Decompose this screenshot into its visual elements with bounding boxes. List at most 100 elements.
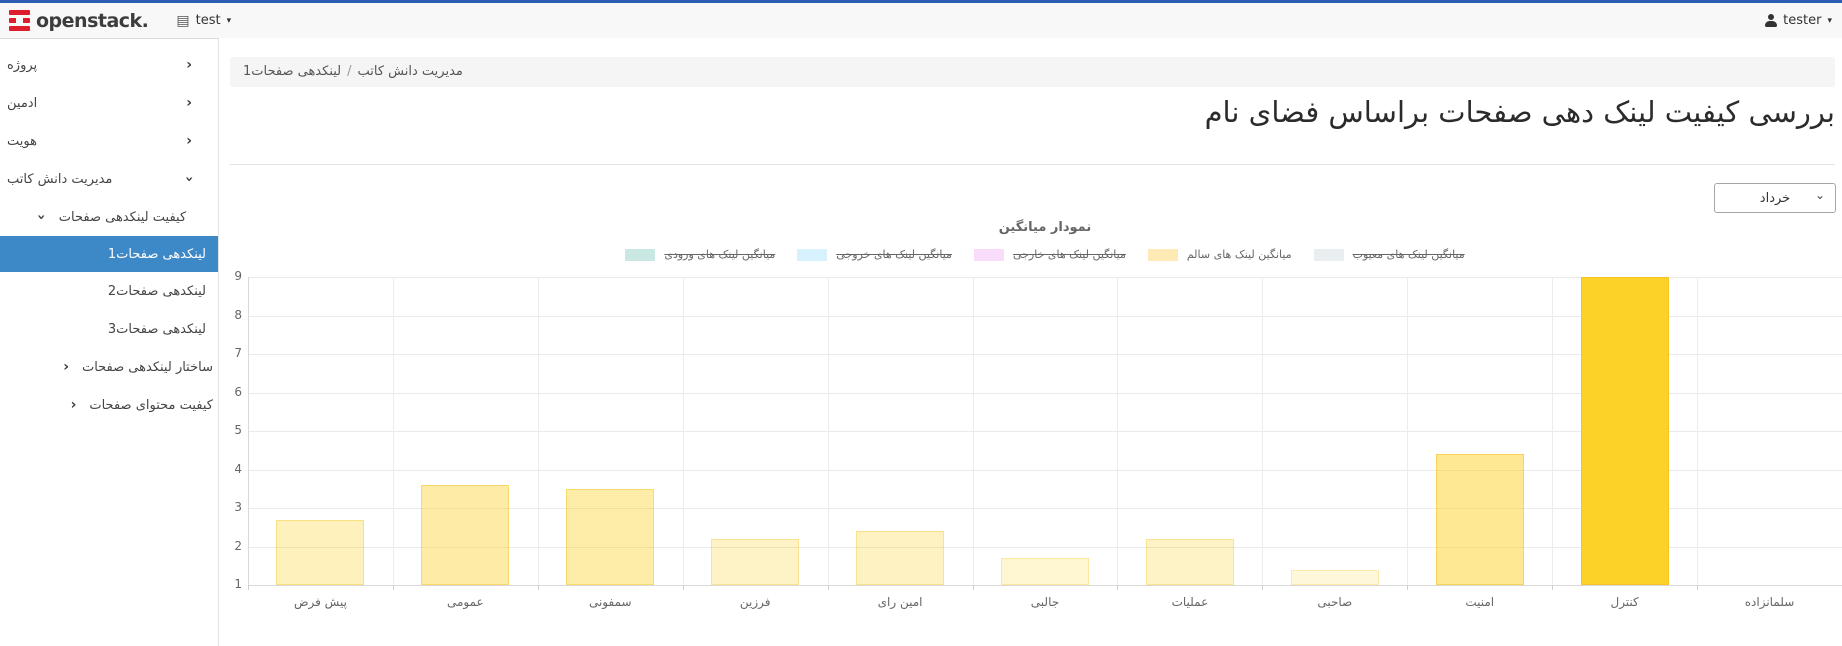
x-tick-label: سمفونی <box>588 595 632 609</box>
sidebar-item-label: کیفیت لینکدهی صفحات <box>58 209 187 225</box>
sidebar-item-label: لینکدهی صفحات2 <box>107 283 206 299</box>
chevron-right-icon: › <box>70 397 77 413</box>
legend-item[interactable]: میانگین لینک های خارجی <box>973 248 1126 261</box>
bar <box>1290 569 1379 585</box>
bar <box>566 488 655 585</box>
sidebar-item-label: پروژه <box>7 57 38 73</box>
bar <box>856 531 945 585</box>
x-axis-labels: پیش فرض عمومی سمفونی فرزین امین رای جالبی عملی… <box>248 595 1842 615</box>
user-menu-label: tester <box>1783 13 1822 28</box>
legend-swatch <box>1313 248 1344 261</box>
x-tick-mark <box>1407 585 1409 590</box>
legend-label: میانگین لینک های ورودی <box>664 248 776 261</box>
page-title: بررسی کیفیت لینک دهی صفحات براساس فضای ن… <box>1204 95 1835 129</box>
openstack-logo[interactable]: openstack. <box>0 9 149 32</box>
x-gridline <box>827 277 829 585</box>
bar <box>421 484 510 585</box>
breadcrumb-separator: / <box>347 64 352 79</box>
legend-item[interactable]: میانگین لینک های ورودی <box>625 248 775 261</box>
bar <box>1435 454 1524 585</box>
y-tick-label: 5 <box>234 423 242 437</box>
x-tick-label: کنترل <box>1610 595 1639 609</box>
sidebar-item-label: مدیریت دانش کاتب <box>7 171 113 187</box>
legend-item[interactable]: میانگین لینک های سالم <box>1147 248 1292 261</box>
main-content: مدیریت دانش کاتب / لینکدهی صفحات1 بررسی کی… <box>219 38 1842 646</box>
x-gridline <box>682 277 684 585</box>
sidebar-item[interactable]: › کیفیت لینکدهی صفحات <box>0 198 218 236</box>
project-switcher-label: test <box>195 13 221 28</box>
chart-plot-area: 1 2 3 4 5 6 7 8 9 <box>234 269 1842 591</box>
sidebar-item[interactable]: › کیفیت محتوای صفحات <box>0 386 218 424</box>
legend-item[interactable]: میانگین لینک های خروجی <box>797 248 952 261</box>
x-tick-label: جالبی <box>1030 595 1060 609</box>
y-tick-label: 8 <box>234 307 242 322</box>
sidebar-item[interactable]: لینکدهی صفحات2 <box>0 272 218 310</box>
chevron-down-icon: › <box>181 176 198 182</box>
x-gridline <box>1552 277 1554 585</box>
sidebar-item[interactable]: › ساختار لینکدهی صفحات <box>0 348 218 386</box>
x-tick-label: امین رای <box>877 595 923 609</box>
sidebar-item[interactable]: لینکدهی صفحات3 <box>0 310 218 348</box>
x-tick-label: صاحبی <box>1317 595 1353 609</box>
y-tick-label: 9 <box>234 269 242 283</box>
x-tick-label: عملیات <box>1171 595 1209 609</box>
y-tick-label: 7 <box>234 346 242 360</box>
sidebar-item-label: لینکدهی صفحات3 <box>107 321 206 337</box>
y-tick-label: 1 <box>234 577 242 591</box>
x-gridline <box>392 277 394 585</box>
legend-item[interactable]: میانگین لینک های معیوب <box>1313 248 1465 261</box>
x-tick-label: پیش فرض <box>293 595 347 609</box>
chevron-down-icon: ▾ <box>1827 15 1832 26</box>
sidebar-item[interactable]: هویت › <box>0 122 218 160</box>
sidebar-item-label: هویت <box>7 133 37 149</box>
x-tick-mark <box>1552 585 1554 590</box>
legend-swatch <box>797 248 828 261</box>
bar <box>276 519 365 585</box>
month-select[interactable]: خرداد ⌄ <box>1714 183 1836 213</box>
chevron-right-icon: › <box>186 57 192 73</box>
user-menu[interactable]: tester ▾ <box>1764 13 1832 28</box>
breadcrumb-current: لینکدهی صفحات1 <box>243 64 342 79</box>
legend-label: میانگین لینک های سالم <box>1186 248 1292 261</box>
x-tick-mark <box>1117 585 1119 590</box>
sidebar-item[interactable]: پروژه › <box>0 46 218 84</box>
legend-label: میانگین لینک های خروجی <box>836 248 952 261</box>
page: openstack. ▤ test ▾ tester ▾ پروژه › ادمین… <box>0 0 1842 646</box>
top-navbar: openstack. ▤ test ▾ tester ▾ <box>0 3 1842 39</box>
x-tick-label: امنیت <box>1465 595 1495 609</box>
project-icon: ▤ <box>176 12 190 29</box>
x-tick-mark <box>392 585 394 590</box>
x-tick-mark <box>972 585 974 590</box>
x-tick-mark <box>1262 585 1264 590</box>
bar <box>1580 277 1669 585</box>
month-select-value: خرداد <box>1759 190 1791 206</box>
sidebar-item[interactable]: ادمین › <box>0 84 218 122</box>
sidebar-item-label: لینکدهی صفحات1 <box>107 246 206 262</box>
y-tick-label: 3 <box>234 500 242 514</box>
y-tick-label: 6 <box>234 384 242 399</box>
x-gridline <box>1117 277 1119 585</box>
sidebar-item-selected[interactable]: لینکدهی صفحات1 <box>0 236 218 272</box>
legend-swatch <box>625 248 656 261</box>
x-gridline <box>248 277 249 585</box>
y-tick-label: 2 <box>234 538 242 553</box>
breadcrumb: مدیریت دانش کاتب / لینکدهی صفحات1 <box>230 57 1835 87</box>
x-tick-mark <box>827 585 829 590</box>
x-tick-label: سلمانزاده <box>1744 595 1795 609</box>
chevron-right-icon: › <box>186 95 192 111</box>
sidebar-item[interactable]: مدیریت دانش کاتب › <box>0 160 218 198</box>
y-tick-label: 4 <box>234 461 242 476</box>
chevron-down-icon: ⌄ <box>1814 188 1825 202</box>
x-gridline <box>537 277 539 585</box>
legend-label: میانگین لینک های معیوب <box>1352 248 1465 261</box>
x-gridline <box>972 277 974 585</box>
brand-wordmark: openstack. <box>36 9 149 32</box>
bar <box>1001 558 1089 585</box>
bar <box>711 538 800 585</box>
breadcrumb-parent[interactable]: مدیریت دانش کاتب <box>358 64 463 79</box>
project-switcher[interactable]: ▤ test ▾ <box>176 13 231 28</box>
x-gridline <box>1697 277 1699 585</box>
x-gridline <box>1262 277 1264 585</box>
chevron-down-icon: ▾ <box>226 15 232 26</box>
chart-legend: میانگین لینک های ورودی میانگین لینک های خ… <box>248 248 1842 261</box>
